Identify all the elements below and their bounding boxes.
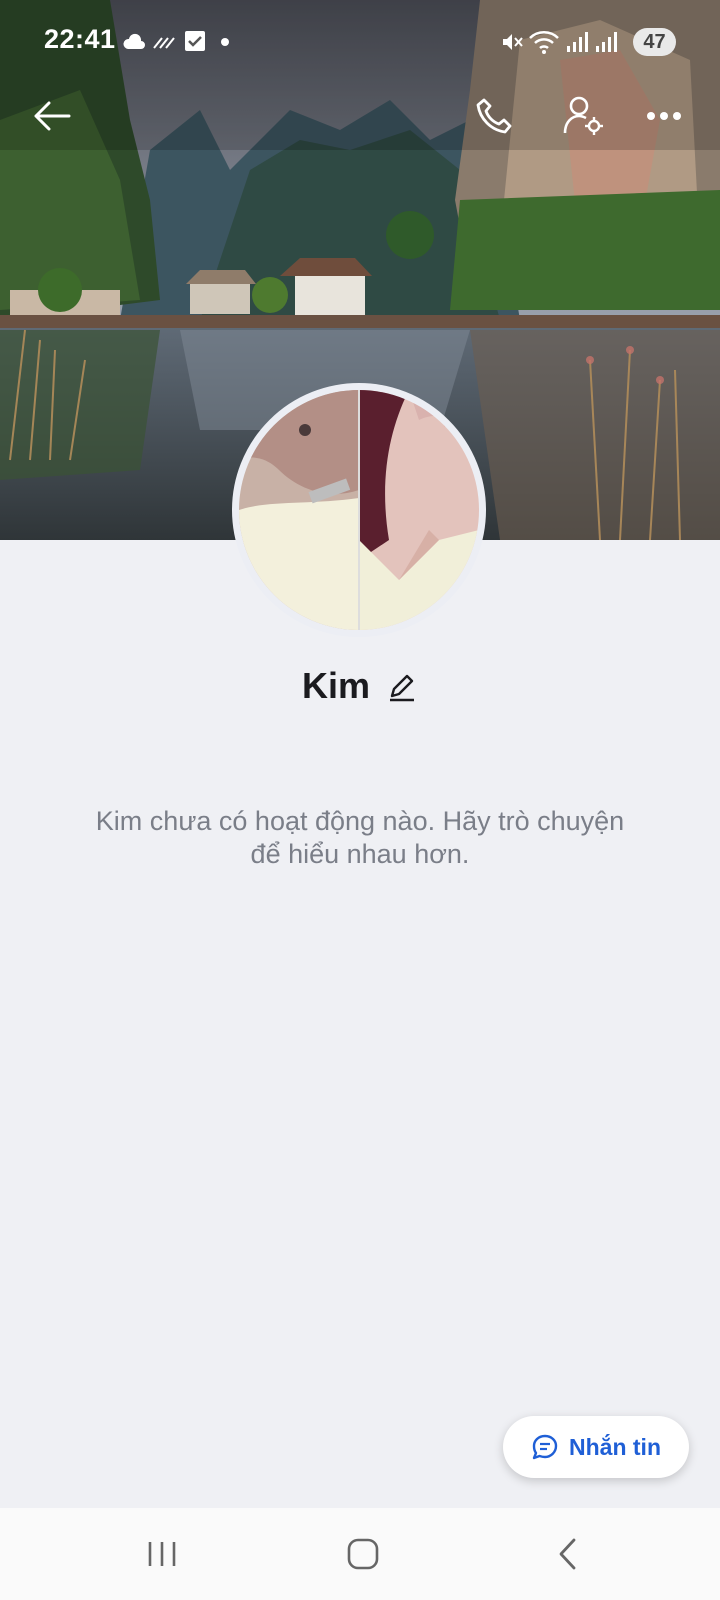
dot-icon xyxy=(221,38,229,46)
chat-bubble-icon xyxy=(532,1434,558,1460)
cloud-icon xyxy=(123,33,145,49)
profile-name-row: Kim xyxy=(0,665,720,707)
back-button[interactable] xyxy=(22,86,82,146)
send-message-label: Nhắn tin xyxy=(569,1433,661,1460)
battery-indicator: 47 xyxy=(633,28,676,56)
nav-back-button[interactable] xyxy=(538,1528,598,1580)
profile-avatar[interactable] xyxy=(232,383,486,637)
home-button[interactable] xyxy=(333,1528,393,1580)
arrow-left-icon xyxy=(34,101,71,131)
recent-apps-icon xyxy=(148,1542,176,1566)
mute-icon xyxy=(503,34,523,50)
phone-icon xyxy=(476,98,512,134)
empty-activity-message: Kim chưa có hoạt động nào. Hãy trò chuyệ… xyxy=(95,806,625,869)
recent-apps-button[interactable] xyxy=(132,1528,192,1580)
signal-icon xyxy=(567,32,588,52)
status-bar: 22:41 47 xyxy=(0,0,720,80)
back-icon xyxy=(559,1538,576,1570)
pencil-icon[interactable] xyxy=(386,670,418,702)
send-message-button[interactable]: Nhắn tin xyxy=(503,1416,689,1478)
haze-icon xyxy=(153,37,175,49)
system-nav-bar xyxy=(0,1508,720,1600)
profile-name: Kim xyxy=(301,665,370,706)
more-button[interactable] xyxy=(634,86,694,146)
wifi-icon xyxy=(529,31,559,54)
call-button[interactable] xyxy=(464,86,524,146)
checkbox-icon xyxy=(185,31,205,51)
signal-icon xyxy=(596,32,617,52)
more-horizontal-icon xyxy=(647,112,681,120)
status-time: 22:41 xyxy=(44,24,116,54)
home-icon xyxy=(347,1538,379,1570)
user-settings-button[interactable] xyxy=(554,86,614,146)
user-settings-icon xyxy=(563,96,603,135)
